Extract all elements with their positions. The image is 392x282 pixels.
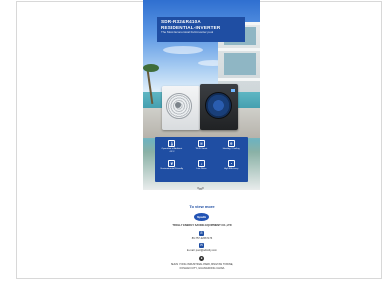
- display-screen: [231, 89, 235, 92]
- view-more-link[interactable]: To view more: [180, 204, 224, 209]
- fan-grille: [205, 92, 232, 119]
- snowflake-icon: ❄: [227, 140, 235, 147]
- feature-label: Wi-Fi Smart: [195, 148, 208, 150]
- poster-title-box: SDR-R32&R410A RESIDENTIAL-INVERTER The M…: [157, 17, 245, 42]
- address-line-2: FOSHAN CITY, GUANGDONG CHINA: [179, 267, 225, 270]
- gauge-icon: ◔: [227, 159, 235, 167]
- feature-label: Low Noise: [196, 167, 207, 170]
- feature-item: ❦ Environmental Friendly: [157, 159, 187, 180]
- feature-grid: 🌡 Operation at Ambient -15°C ≋ Wi-Fi Sma…: [155, 137, 248, 182]
- phone-icon: ✆: [199, 231, 204, 236]
- feature-item: ≋ Wi-Fi Smart: [187, 140, 217, 160]
- wifi-icon: ≋: [197, 140, 205, 147]
- fan-hub: [175, 102, 181, 108]
- feature-item: ♪ Low Noise: [187, 159, 217, 180]
- feature-item: ❄ Heating / Cooling: [216, 140, 246, 160]
- location-icon: ●: [199, 256, 204, 261]
- chevron-down-icon[interactable]: ︾: [197, 188, 204, 195]
- product-poster[interactable]: SDR-R32&R410A RESIDENTIAL-INVERTER The M…: [143, 0, 260, 190]
- cloud: [163, 46, 203, 54]
- brand-logo: Spolle: [194, 213, 209, 221]
- palm-leaves: [143, 64, 159, 72]
- feature-label: Operation at Ambient -15°C: [161, 148, 183, 153]
- feature-item: 🌡 Operation at Ambient -15°C: [157, 140, 187, 160]
- address-line-1: SHUN YONG INDUSTRIAL PARK,XINGTAN TOWNE,: [170, 263, 234, 266]
- heat-pump-black: [200, 84, 238, 130]
- feature-item: ◔ High Efficiency: [216, 159, 246, 180]
- thermometer-icon: 🌡: [168, 140, 176, 147]
- speaker-icon: ♪: [197, 159, 205, 167]
- tagline: The Most Economical Full-Inverter pool: [161, 30, 214, 34]
- feature-label: Environmental Friendly: [160, 167, 184, 170]
- email-address[interactable]: E-mail: pool@sdtrolly.com: [150, 249, 254, 252]
- phone-number[interactable]: 86-757-22667176: [150, 237, 254, 240]
- heat-pump-white: [162, 86, 200, 130]
- feature-label: Heating / Cooling: [222, 148, 240, 150]
- feature-label: High Efficiency: [223, 167, 239, 170]
- company-name: TROLLY ENERGY SAVING EQUIPMENT CO.,LTD: [172, 224, 232, 227]
- leaf-icon: ❦: [168, 159, 176, 167]
- email-icon: ✉: [199, 243, 204, 248]
